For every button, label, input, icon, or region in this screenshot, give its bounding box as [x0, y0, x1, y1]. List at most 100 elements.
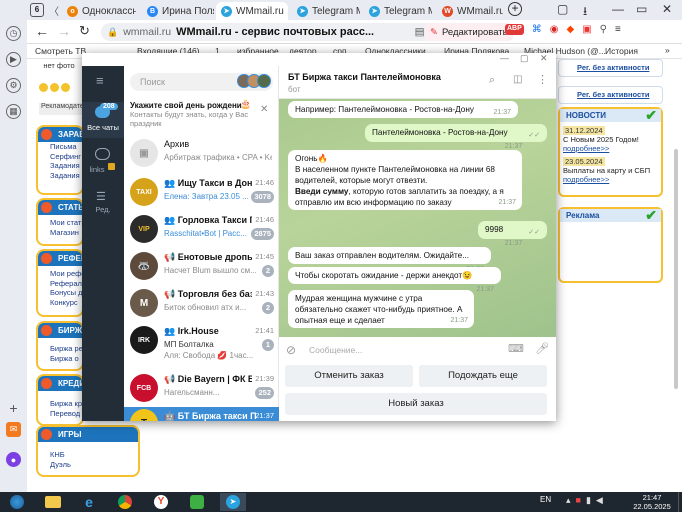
attach-icon[interactable]: ⊘: [286, 343, 296, 357]
menu-item[interactable]: Биржа о: [38, 354, 82, 364]
advertiser-label[interactable]: Рекламодате: [39, 103, 84, 115]
taskbar-app[interactable]: [184, 493, 210, 511]
minimize-button[interactable]: —: [612, 2, 624, 16]
folder-all-chats[interactable]: 208 Все чаты: [82, 102, 124, 138]
news-more-link[interactable]: подробнее>>: [563, 144, 658, 153]
news-more-link[interactable]: подробнее>>: [563, 175, 658, 184]
new-order-button[interactable]: Новый заказ: [285, 393, 547, 415]
taskbar-telegram[interactable]: ➤: [220, 493, 246, 511]
page-scrollbar[interactable]: [674, 149, 678, 389]
menu-icon[interactable]: ≡: [615, 24, 621, 35]
search-input[interactable]: Поиск: [130, 73, 273, 91]
wait-more-button[interactable]: Подождать еще: [419, 365, 547, 387]
hamburger-icon[interactable]: ≡: [96, 73, 104, 88]
menu-item[interactable]: Перевод: [38, 409, 82, 419]
microphone-icon[interactable]: 🎤︎: [535, 342, 549, 355]
message-input[interactable]: Сообщение...: [309, 345, 362, 355]
keyboard-language[interactable]: EN: [540, 495, 551, 504]
antivirus-icon[interactable]: ■: [576, 495, 586, 505]
tab-telegram-1[interactable]: ➤ Telegram Me: [292, 2, 360, 20]
menu-item[interactable]: Биржа ре: [38, 344, 82, 354]
extensions-icon[interactable]: ⚲: [600, 24, 607, 35]
chat-item[interactable]: IRK 👥 Irk.House 21:41 МП Болталка Аля: С…: [124, 322, 279, 370]
reading-mode-icon[interactable]: ▤: [415, 26, 425, 38]
mail-app-icon[interactable]: ✉: [6, 422, 21, 437]
folder-edit[interactable]: ☰ Ред.: [82, 186, 124, 222]
menu-header[interactable]: ИГРЫ: [38, 427, 138, 442]
volume-icon[interactable]: ◀: [596, 495, 608, 505]
add-panel-icon[interactable]: +: [6, 400, 21, 416]
close-icon[interactable]: ✕: [260, 104, 268, 115]
menu-item[interactable]: Серфинг: [38, 152, 82, 162]
edit-button[interactable]: ✎ Редактировать: [425, 23, 513, 41]
extension-icon[interactable]: ⌘: [532, 24, 542, 35]
menu-item[interactable]: Бонусы д: [38, 288, 82, 298]
bookmark[interactable]: История: [605, 46, 638, 56]
taskbar-chrome[interactable]: [112, 493, 138, 511]
chat-item[interactable]: FCB 📢 Die Bayern | ФК Б... 21:39 Нагельс…: [124, 370, 279, 406]
maximize-button[interactable]: ▢: [520, 53, 529, 64]
chat-item[interactable]: 🦝 📢 Енотовые дропы 21:45 Насчет Blum выш…: [124, 248, 279, 284]
no-activity-link[interactable]: Рег. без активности: [577, 63, 649, 72]
menu-item[interactable]: КНБ: [38, 450, 138, 460]
tab-wmmail[interactable]: W WMmail.ru: [437, 2, 503, 20]
taskbar-ie[interactable]: e: [76, 493, 102, 511]
menu-item[interactable]: Мои статьи: [38, 218, 82, 228]
more-bookmarks-icon[interactable]: »: [665, 45, 670, 55]
sidebar-toggle-icon[interactable]: ◫: [513, 74, 522, 85]
collections-icon[interactable]: ▦: [6, 104, 21, 119]
show-hidden-icons-icon[interactable]: ▴: [566, 495, 576, 505]
menu-item[interactable]: Биржа кр: [38, 399, 82, 409]
alice-app-icon[interactable]: ●: [6, 452, 21, 467]
adblock-icon[interactable]: ABP: [505, 24, 524, 35]
new-tab-button[interactable]: +: [508, 2, 522, 16]
search-icon[interactable]: ⌕: [489, 74, 495, 87]
menu-header[interactable]: РЕФЕР: [38, 251, 82, 266]
cancel-order-button[interactable]: Отменить заказ: [285, 365, 413, 387]
chat-item-selected[interactable]: T 🤖 БТ Биржа такси П... 21:37: [124, 407, 279, 421]
no-activity-link[interactable]: Рег. без активности: [577, 90, 649, 99]
menu-header[interactable]: ЗАРАБ: [38, 127, 82, 142]
tab-scroll-left[interactable]: 〈: [49, 3, 59, 18]
reload-button[interactable]: ↻: [79, 23, 90, 39]
menu-header[interactable]: БИРЖ: [38, 323, 82, 338]
bookmarks-icon[interactable]: ▶: [6, 52, 21, 67]
menu-item[interactable]: Задания: [38, 161, 82, 171]
address-bar[interactable]: 🔒 wmmail.ru WMmail.ru - сервис почтовых …: [101, 23, 445, 41]
close-window-button[interactable]: ✕: [540, 53, 548, 64]
menu-item[interactable]: Задания: [38, 171, 82, 181]
history-icon[interactable]: ◷: [6, 26, 21, 41]
extension-icon[interactable]: ▣: [582, 24, 591, 35]
menu-item[interactable]: Магазин: [38, 228, 82, 238]
close-window-button[interactable]: ✕: [662, 2, 672, 16]
menu-item[interactable]: Конкурс: [38, 298, 82, 308]
menu-item[interactable]: Реферал: [38, 279, 82, 289]
tab-odnoklassniki[interactable]: o Одноклассн: [62, 2, 136, 20]
tab-telegram-2[interactable]: ➤ Telegram Me: [364, 2, 432, 20]
chat-item[interactable]: TAXI 👥 Ищу Такси в Дон... 21:46 Елена: З…: [124, 174, 279, 210]
taskbar-explorer[interactable]: [40, 493, 66, 511]
tab-counter[interactable]: 6: [30, 3, 44, 17]
back-button[interactable]: ←: [35, 23, 49, 39]
more-options-icon[interactable]: ⋮: [537, 73, 548, 86]
start-button[interactable]: [4, 493, 30, 511]
folder-links[interactable]: links: [82, 144, 124, 180]
chat-title[interactable]: БТ Биржа такси Пантелеймоновка: [288, 72, 441, 82]
chat-item[interactable]: VIP 👥 Горловка Такси Г... 21:46 Rasschit…: [124, 211, 279, 247]
forward-button[interactable]: →: [57, 23, 71, 39]
chat-item-archive[interactable]: ▣ Архив Арбитраж трафика • CPA • Ke...: [124, 135, 279, 171]
birthday-banner[interactable]: Укажите свой день рождения! Контакты буд…: [124, 99, 279, 131]
bookmark-manager-icon[interactable]: ▢: [557, 2, 568, 16]
tab-wmmail-active[interactable]: ➤WMmail.ru✕: [216, 2, 288, 20]
menu-item[interactable]: Дуэль: [38, 460, 138, 470]
menu-header[interactable]: СТАТЬ: [38, 200, 82, 215]
tab-vk[interactable]: B Ирина Поля: [142, 2, 214, 20]
bookmark[interactable]: Смотреть ТВ: [35, 46, 86, 56]
show-desktop-button[interactable]: [678, 492, 682, 512]
menu-header[interactable]: КРЕДИ: [38, 376, 82, 391]
minimize-button[interactable]: —: [500, 53, 509, 63]
menu-item[interactable]: Мои рефер: [38, 269, 82, 279]
extension-icon[interactable]: ◆: [567, 24, 575, 35]
taskbar-yandex[interactable]: Y: [148, 493, 174, 511]
clock[interactable]: 21:47 22.05.2025: [632, 493, 672, 511]
